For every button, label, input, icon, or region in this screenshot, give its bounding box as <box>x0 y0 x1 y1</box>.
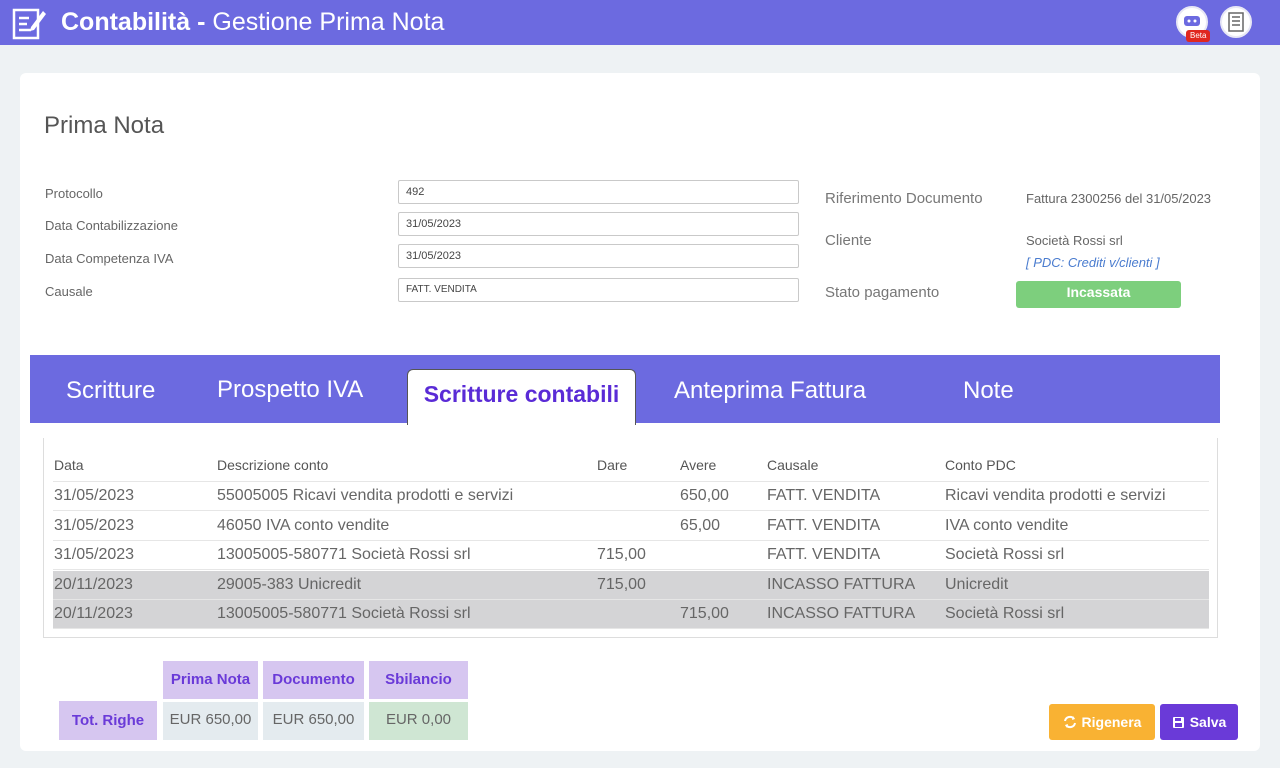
data-contabilizzazione-field[interactable]: 31/05/2023 <box>398 212 799 236</box>
cell-descrizione: 13005005-580771 Società Rossi srl <box>217 546 471 563</box>
cell-conto-pdc: Unicredit <box>945 576 1009 593</box>
refresh-icon <box>1063 715 1076 729</box>
totals-header-documento: Documento <box>263 661 364 699</box>
top-bar: Contabilità - Gestione Prima Nota <box>0 0 1280 45</box>
col-header-descrizione: Descrizione conto <box>217 457 329 473</box>
rigenera-button[interactable]: Rigenera <box>1049 704 1155 740</box>
col-header-causale: Causale <box>767 457 819 473</box>
table-row[interactable]: 31/05/2023 46050 IVA conto vendite 65,00… <box>53 512 1209 541</box>
company-button[interactable] <box>1220 6 1252 38</box>
totals-documento-value: EUR 650,00 <box>263 702 364 740</box>
table-row[interactable]: 20/11/2023 13005005-580771 Società Rossi… <box>53 600 1209 629</box>
cliente-pdc-link[interactable]: [ PDC: Crediti v/clienti ] <box>1026 255 1160 270</box>
cell-avere: 65,00 <box>680 517 721 534</box>
riferimento-label: Riferimento Documento <box>825 190 983 207</box>
cliente-value: Società Rossi srl <box>1026 233 1123 248</box>
cell-data: 20/11/2023 <box>54 605 133 622</box>
totals-row-label: Tot. Righe <box>59 701 157 740</box>
causale-field[interactable]: FATT. VENDITA <box>398 278 799 302</box>
totals-header-sbilancio: Sbilancio <box>369 661 468 699</box>
totals-header-prima-nota: Prima Nota <box>163 661 258 699</box>
tab-prospetto-iva[interactable]: Prospetto IVA <box>217 376 363 404</box>
cell-causale: FATT. VENDITA <box>767 546 881 563</box>
causale-label: Causale <box>45 284 93 299</box>
beta-badge: Beta <box>1186 30 1211 42</box>
cell-dare: 715,00 <box>597 576 646 593</box>
save-icon <box>1172 716 1184 728</box>
building-icon <box>1228 12 1244 32</box>
tab-scritture[interactable]: Scritture <box>66 377 155 405</box>
col-header-avere: Avere <box>680 457 717 473</box>
cell-causale: INCASSO FATTURA <box>767 605 916 622</box>
cell-descrizione: 55005005 Ricavi vendita prodotti e servi… <box>217 487 514 504</box>
cell-data: 31/05/2023 <box>54 487 135 504</box>
cell-conto-pdc: Ricavi vendita prodotti e servizi <box>945 487 1166 504</box>
salva-label: Salva <box>1189 714 1227 730</box>
cell-conto-pdc: IVA conto vendite <box>945 517 1069 534</box>
status-badge: Incassata <box>1016 281 1181 308</box>
chat-icon <box>1184 16 1200 26</box>
table-row[interactable]: 20/11/2023 29005-383 Unicredit 715,00 IN… <box>53 571 1209 600</box>
data-competenza-iva-label: Data Competenza IVA <box>45 251 174 266</box>
col-header-conto-pdc: Conto PDC <box>945 457 1016 473</box>
col-header-dare: Dare <box>597 457 628 473</box>
data-competenza-iva-field[interactable]: 31/05/2023 <box>398 244 799 268</box>
rigenera-label: Rigenera <box>1081 714 1142 730</box>
app-title-rest: Gestione Prima Nota <box>205 8 445 36</box>
app-title-bold: Contabilità - <box>61 8 206 36</box>
cell-data: 31/05/2023 <box>54 546 135 563</box>
page-title: Prima Nota <box>44 112 165 139</box>
cell-descrizione: 46050 IVA conto vendite <box>217 517 390 534</box>
riferimento-value: Fattura 2300256 del 31/05/2023 <box>1026 191 1212 206</box>
cell-avere: 650,00 <box>680 487 729 504</box>
totals-prima-nota-value: EUR 650,00 <box>163 702 258 740</box>
edit-document-icon[interactable] <box>11 5 47 41</box>
cell-causale: INCASSO FATTURA <box>767 576 916 593</box>
tab-anteprima-fattura[interactable]: Anteprima Fattura <box>674 377 866 405</box>
table-row[interactable]: 31/05/2023 55005005 Ricavi vendita prodo… <box>53 482 1209 511</box>
col-header-data: Data <box>54 457 84 473</box>
cell-data: 31/05/2023 <box>54 517 135 534</box>
tab-note[interactable]: Note <box>963 377 1014 405</box>
cell-descrizione: 13005005-580771 Società Rossi srl <box>217 605 471 622</box>
cell-descrizione: 29005-383 Unicredit <box>217 576 362 593</box>
app-title: Contabilità - Gestione Prima Nota <box>61 7 444 37</box>
cell-conto-pdc: Società Rossi srl <box>945 546 1065 563</box>
cliente-label: Cliente <box>825 232 872 249</box>
salva-button[interactable]: Salva <box>1160 704 1238 740</box>
stato-pagamento-label: Stato pagamento <box>825 284 940 301</box>
data-contabilizzazione-label: Data Contabilizzazione <box>45 218 178 233</box>
cell-dare: 715,00 <box>597 546 646 563</box>
cell-causale: FATT. VENDITA <box>767 487 881 504</box>
protocollo-field[interactable]: 492 <box>398 180 799 204</box>
table-row[interactable]: 31/05/2023 13005005-580771 Società Rossi… <box>53 541 1209 570</box>
totals-sbilancio-value: EUR 0,00 <box>369 702 468 740</box>
cell-causale: FATT. VENDITA <box>767 517 881 534</box>
tab-scritture-contabili[interactable]: Scritture contabili <box>407 369 636 425</box>
cell-avere: 715,00 <box>680 605 729 622</box>
cell-conto-pdc: Società Rossi srl <box>945 605 1065 622</box>
protocollo-label: Protocollo <box>45 186 103 201</box>
tab-bar: Scritture Prospetto IVA Scritture contab… <box>30 355 1220 425</box>
cell-data: 20/11/2023 <box>54 576 133 593</box>
